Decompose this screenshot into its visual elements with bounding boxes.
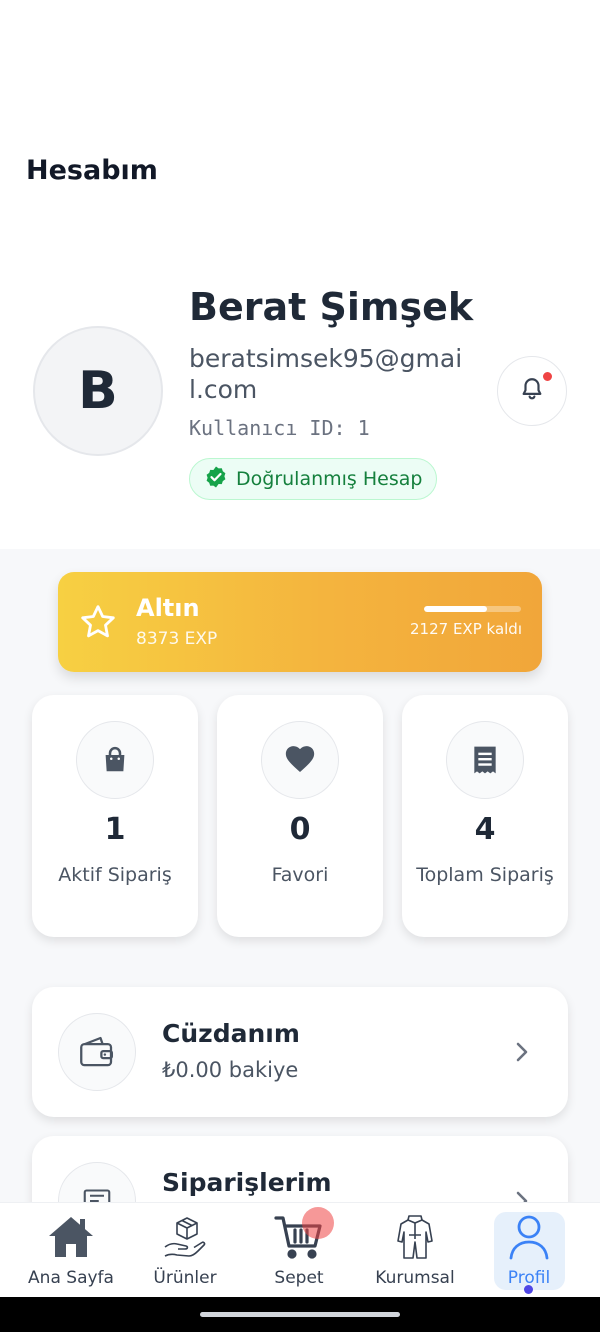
tier-name: Altın <box>136 594 200 622</box>
receipt-icon <box>446 721 524 799</box>
profile-icon <box>507 1213 551 1261</box>
verified-check-icon <box>204 465 228 493</box>
corporate-icon <box>395 1213 435 1261</box>
menu-title: Cüzdanım <box>162 1019 300 1048</box>
nav-label: Ana Sayfa <box>28 1268 114 1288</box>
home-icon <box>46 1213 96 1261</box>
verified-label: Doğrulanmış Hesap <box>236 468 423 490</box>
system-navigation-bar <box>0 1297 600 1332</box>
wallet-menu-item[interactable]: Cüzdanım ₺0.00 bakiye <box>32 987 568 1117</box>
nav-label: Kurumsal <box>375 1268 455 1288</box>
stat-label: Aktif Sipariş <box>58 864 172 886</box>
home-indicator[interactable] <box>200 1312 400 1317</box>
tier-card[interactable]: Altın 8373 EXP 2127 EXP kaldı <box>58 572 542 672</box>
stat-value: 0 <box>289 812 311 847</box>
nav-label: Ürünler <box>153 1268 217 1288</box>
tier-progress-bar <box>424 606 521 612</box>
nav-item-corporate[interactable]: Kurumsal <box>360 1203 470 1298</box>
products-icon <box>161 1213 209 1261</box>
avatar[interactable]: B <box>33 326 163 456</box>
page-title: Hesabım <box>26 155 158 186</box>
cart-badge <box>302 1207 334 1239</box>
notifications-button[interactable] <box>497 356 567 426</box>
star-icon <box>78 602 118 646</box>
stat-card-favorites[interactable]: 0 Favori <box>217 695 383 937</box>
nav-item-cart[interactable]: Sepet <box>244 1203 354 1298</box>
stat-card-active-orders[interactable]: 1 Aktif Sipariş <box>32 695 198 937</box>
chevron-right-icon <box>512 1040 532 1068</box>
bottom-navigation: Ana Sayfa Ürünler Sepet Kurumsal Profil <box>0 1202 600 1297</box>
stat-value: 1 <box>104 812 126 847</box>
tier-exp: 8373 EXP <box>136 629 218 649</box>
user-id: Kullanıcı ID: 1 <box>189 416 370 440</box>
bell-icon <box>519 376 545 406</box>
notification-dot <box>541 370 554 383</box>
user-email: beratsimsek95@gmail.com <box>189 344 463 404</box>
user-name: Berat Şimşek <box>189 285 474 329</box>
stat-label: Favori <box>271 864 329 886</box>
nav-item-home[interactable]: Ana Sayfa <box>16 1203 126 1298</box>
nav-active-dot <box>524 1285 533 1294</box>
verified-badge: Doğrulanmış Hesap <box>189 458 438 500</box>
stat-card-total-orders[interactable]: 4 Toplam Sipariş <box>402 695 568 937</box>
avatar-initial: B <box>78 361 118 421</box>
stat-value: 4 <box>474 812 496 847</box>
nav-item-products[interactable]: Ürünler <box>130 1203 240 1298</box>
menu-subtitle: ₺0.00 bakiye <box>162 1058 299 1082</box>
wallet-icon <box>58 1013 136 1091</box>
heart-icon <box>261 721 339 799</box>
menu-title: Siparişlerim <box>162 1168 332 1197</box>
tier-remaining: 2127 EXP kaldı <box>410 620 522 638</box>
nav-label: Sepet <box>274 1268 324 1288</box>
shopping-bag-icon <box>76 721 154 799</box>
tier-progress-fill <box>424 606 488 612</box>
nav-item-profile[interactable]: Profil <box>474 1203 584 1298</box>
stat-label: Toplam Sipariş <box>416 864 554 886</box>
